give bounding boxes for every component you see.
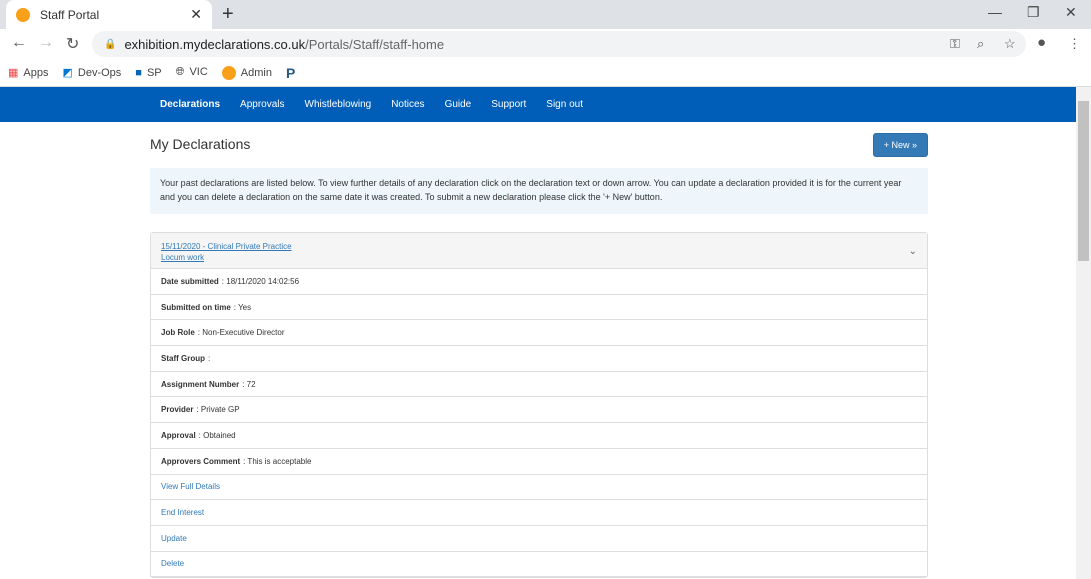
scrollbar[interactable] xyxy=(1076,87,1091,579)
field-label: Assignment Number xyxy=(161,379,240,389)
field-label: Date submitted xyxy=(161,276,219,286)
menu-icon[interactable]: ⋮ xyxy=(1068,36,1081,52)
declaration-subtitle-link[interactable]: Locum work xyxy=(161,252,917,263)
end-interest-link[interactable]: End Interest xyxy=(161,508,204,517)
star-icon[interactable]: ☆ xyxy=(1004,36,1016,52)
field-label: Staff Group xyxy=(161,353,205,363)
bookmark-p[interactable]: P xyxy=(286,65,295,81)
field-value: : 18/11/2020 14:02:56 xyxy=(221,276,300,286)
back-icon[interactable]: ← xyxy=(11,34,27,52)
orange-circle-icon xyxy=(221,65,236,80)
new-declaration-button[interactable]: + New » xyxy=(872,133,928,157)
nav-notices[interactable]: Notices xyxy=(391,99,424,110)
url-path: /Portals/Staff/staff-home xyxy=(305,36,445,52)
field-label: Submitted on time xyxy=(161,302,231,312)
field-value: : 72 xyxy=(242,379,256,389)
bookmark-label: Dev-Ops xyxy=(77,67,122,79)
field-row: Date submitted: 18/11/2020 14:02:56 xyxy=(151,269,927,295)
field-value: : xyxy=(208,353,211,363)
bookmark-devops[interactable]: ◩ Dev-Ops xyxy=(62,66,121,79)
nav-guide[interactable]: Guide xyxy=(445,99,472,110)
field-row: Assignment Number: 72 xyxy=(151,372,927,398)
update-link[interactable]: Update xyxy=(161,534,187,543)
bookmark-admin[interactable]: Admin xyxy=(221,65,272,80)
action-delete: Delete xyxy=(151,552,927,578)
declaration-header[interactable]: 15/11/2020 - Clinical Private Practice L… xyxy=(151,233,927,269)
bookmark-apps[interactable]: ▦ Apps xyxy=(8,66,48,79)
nav-declarations[interactable]: Declarations xyxy=(160,99,220,110)
action-update: Update xyxy=(151,526,927,552)
reload-icon[interactable]: ↻ xyxy=(66,34,79,54)
bookmark-label: SP xyxy=(146,66,162,79)
nav-whistleblowing[interactable]: Whistleblowing xyxy=(305,99,372,110)
sharepoint-icon: ■ xyxy=(135,66,142,79)
declaration-panel: 15/11/2020 - Clinical Private Practice L… xyxy=(150,232,928,579)
tab-title: Staff Portal xyxy=(40,7,100,22)
browser-tab[interactable]: Staff Portal ✕ xyxy=(6,0,212,29)
close-window-icon[interactable]: ✕ xyxy=(1065,4,1077,21)
info-box: Your past declarations are listed below.… xyxy=(150,168,928,214)
field-row: Submitted on time: Yes xyxy=(151,295,927,321)
url-bar[interactable]: 🔒 exhibition.mydeclarations.co.uk/Portal… xyxy=(92,31,1026,57)
lock-icon: 🔒 xyxy=(104,38,117,50)
restore-icon[interactable]: ❐ xyxy=(1027,4,1040,21)
field-row: Job Role: Non-Executive Director xyxy=(151,320,927,347)
field-value: : Private GP xyxy=(196,405,240,415)
field-value: : Yes xyxy=(233,302,252,312)
action-end-interest: End Interest xyxy=(151,500,927,526)
bookmark-sp[interactable]: ■ SP xyxy=(135,67,161,79)
field-value: : Obtained xyxy=(198,430,236,440)
globe-icon: 🌐︎ xyxy=(175,66,185,78)
nav-approvals[interactable]: Approvals xyxy=(240,99,284,110)
field-value: : Non-Executive Director xyxy=(197,328,285,338)
chevron-down-icon[interactable]: ⌄ xyxy=(909,246,917,257)
field-row: Approvers Comment: This is acceptable xyxy=(151,449,927,475)
field-value: : This is acceptable xyxy=(243,456,312,466)
field-label: Provider xyxy=(161,405,194,415)
key-icon[interactable]: ⚿ xyxy=(950,36,960,52)
forward-icon[interactable]: → xyxy=(38,34,54,52)
profile-icon[interactable]: ● xyxy=(1037,34,1046,51)
apps-grid-icon: ▦ xyxy=(8,67,19,79)
scrollbar-thumb[interactable] xyxy=(1078,101,1089,261)
address-bar-row: ← → ↻ 🔒 exhibition.mydeclarations.co.uk /… xyxy=(0,29,1091,59)
page-title: My Declarations xyxy=(150,136,251,152)
azure-devops-icon: ◩ xyxy=(62,67,73,79)
zoom-icon[interactable]: ⌕ xyxy=(977,36,984,52)
bookmarks-bar: ▦ Apps ◩ Dev-Ops ■ SP 🌐︎ VIC Admin P xyxy=(0,59,1091,87)
field-row: Staff Group: xyxy=(151,346,927,372)
main-content: My Declarations + New » Your past declar… xyxy=(150,122,928,579)
view-full-details-link[interactable]: View Full Details xyxy=(161,482,220,491)
action-view-full-details: View Full Details xyxy=(151,475,927,501)
minimize-icon[interactable]: — xyxy=(988,4,1002,20)
url-host: exhibition.mydeclarations.co.uk xyxy=(124,36,306,52)
close-tab-icon[interactable]: ✕ xyxy=(190,6,202,23)
field-label: Approval xyxy=(161,430,196,440)
tab-strip: Staff Portal ✕ + — ❐ ✕ xyxy=(0,0,1091,29)
bookmark-label: Apps xyxy=(23,67,49,79)
main-nav: Declarations Approvals Whistleblowing No… xyxy=(0,87,1076,122)
delete-link[interactable]: Delete xyxy=(161,559,184,568)
new-tab-icon[interactable]: + xyxy=(222,3,234,26)
nav-support[interactable]: Support xyxy=(491,99,526,110)
field-row: Provider: Private GP xyxy=(151,397,927,424)
field-row: Approval: Obtained xyxy=(151,423,927,449)
bookmark-label: Admin xyxy=(240,66,272,79)
field-label: Job Role xyxy=(161,328,195,338)
bookmark-vic[interactable]: 🌐︎ VIC xyxy=(176,66,208,79)
nav-sign-out[interactable]: Sign out xyxy=(546,99,583,110)
favicon-icon xyxy=(16,7,30,22)
bookmark-label: VIC xyxy=(189,66,208,78)
field-label: Approvers Comment xyxy=(161,456,241,466)
declaration-title-link[interactable]: 15/11/2020 - Clinical Private Practice xyxy=(161,241,917,252)
